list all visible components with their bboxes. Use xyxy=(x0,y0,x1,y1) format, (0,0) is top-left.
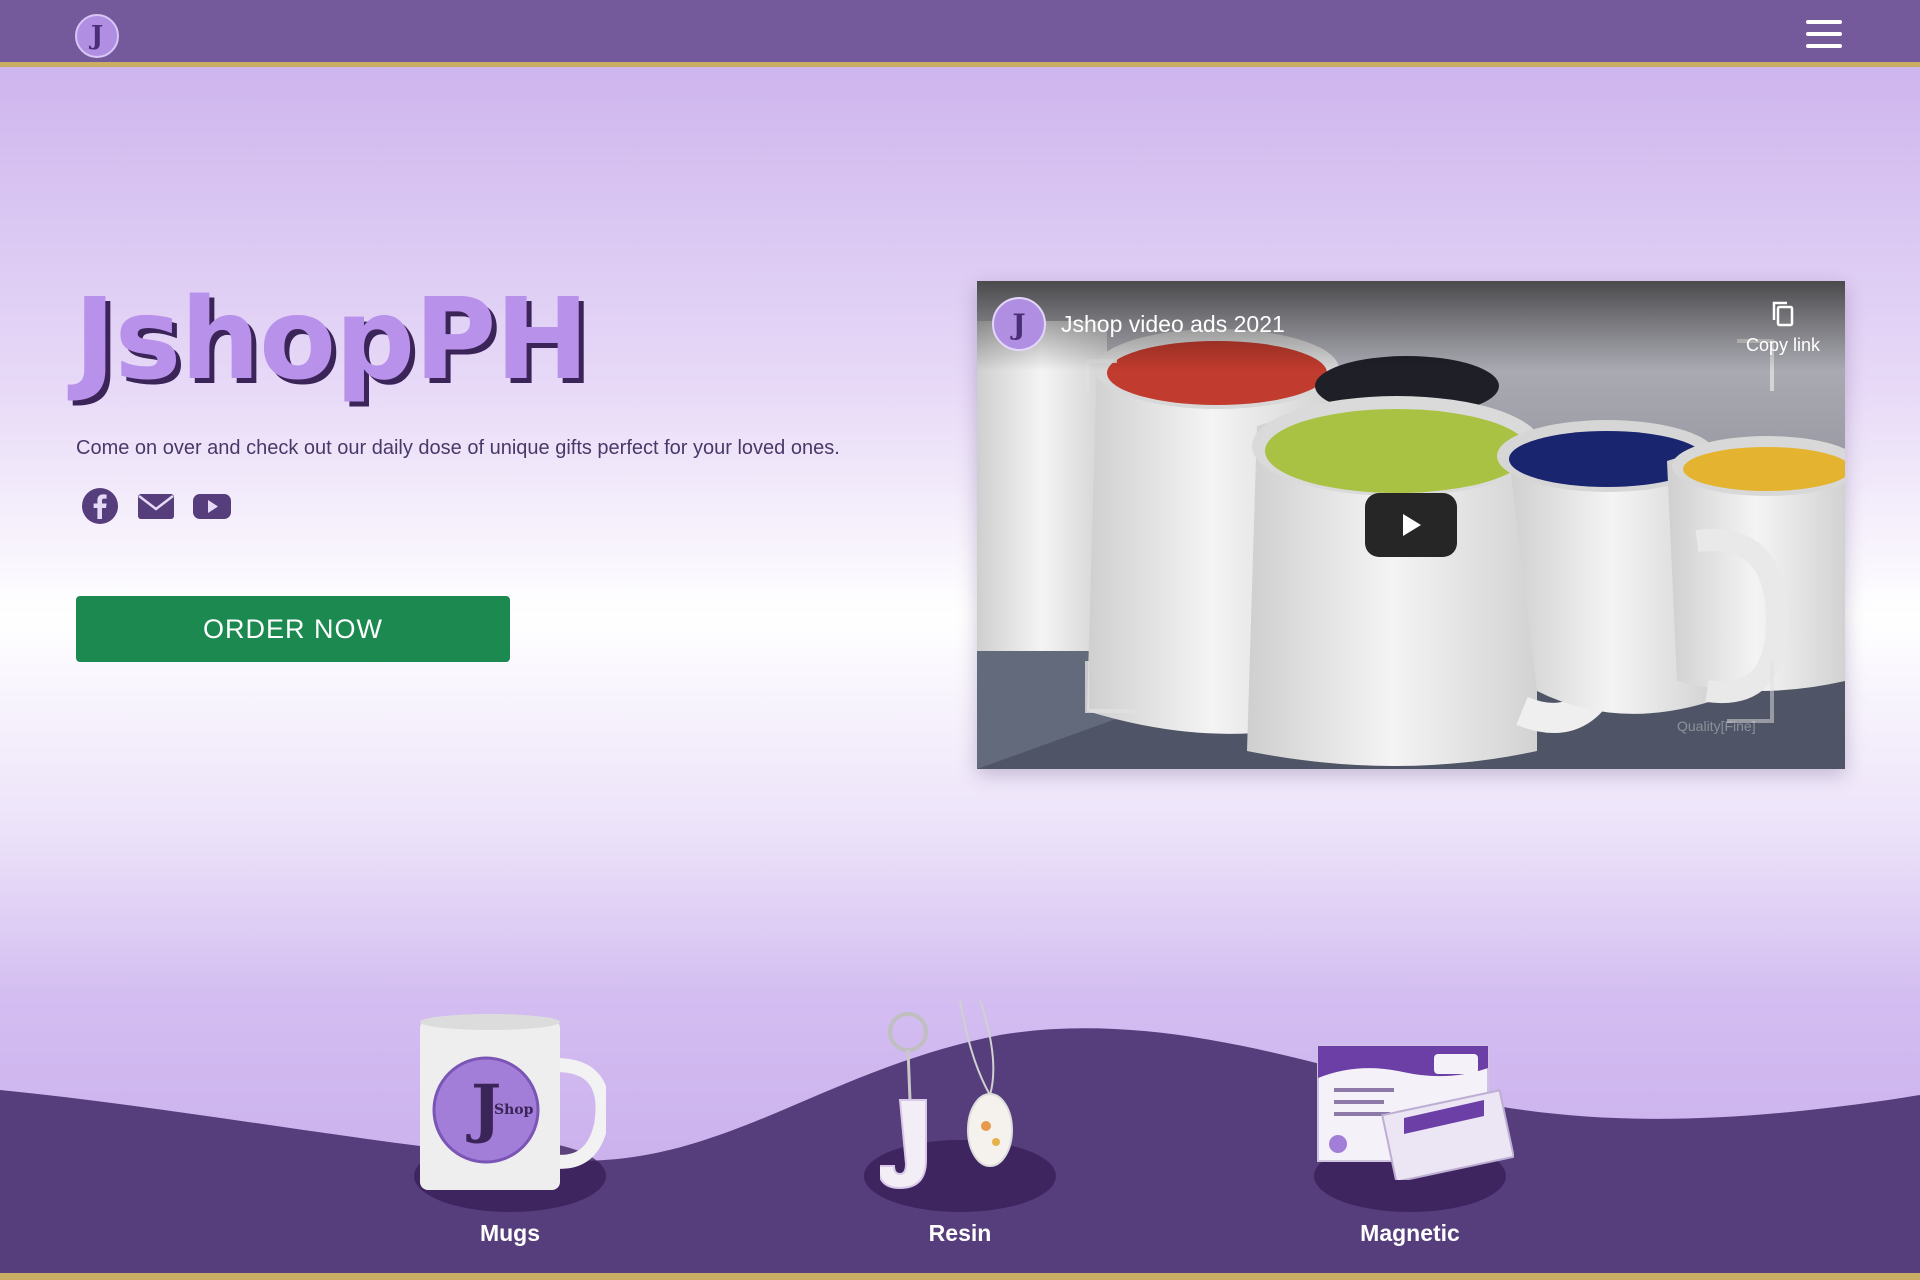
play-button[interactable] xyxy=(1365,493,1457,557)
hamburger-icon[interactable] xyxy=(1806,20,1842,48)
resin-keychain-image xyxy=(880,1000,1013,1190)
copy-link-label: Copy link xyxy=(1745,335,1821,355)
site-logo[interactable]: J xyxy=(75,14,119,58)
hero-title: JshopPH xyxy=(74,275,589,405)
envelope-icon[interactable] xyxy=(136,486,176,526)
logo-letter: J xyxy=(90,21,104,51)
video-watermark: Quality[Fine] xyxy=(1677,718,1756,734)
hamburger-line xyxy=(1806,20,1842,24)
video-player[interactable]: J Jshop video ads 2021 Copy link Quality… xyxy=(977,281,1845,769)
play-icon xyxy=(1403,514,1421,536)
navbar: J xyxy=(0,0,1920,67)
channel-avatar-letter: J xyxy=(1012,307,1026,341)
channel-avatar[interactable]: J xyxy=(992,297,1046,351)
facebook-icon[interactable] xyxy=(80,486,120,526)
footer-accent-bar xyxy=(0,1273,1920,1280)
svg-text:Shop: Shop xyxy=(494,1102,534,1118)
magnetic-card-image xyxy=(1317,1045,1514,1180)
copy-link-button[interactable]: Copy link xyxy=(1735,299,1831,356)
copy-icon xyxy=(1772,301,1794,327)
hero-subtitle: Come on over and check out our daily dos… xyxy=(76,437,840,459)
product-label: Magnetic xyxy=(1360,1220,1460,1246)
product-label: Mugs xyxy=(479,1220,541,1246)
hamburger-line xyxy=(1806,32,1842,36)
youtube-icon[interactable] xyxy=(192,486,232,526)
order-now-button[interactable]: ORDER NOW xyxy=(76,596,510,662)
product-label: Resin xyxy=(928,1220,992,1246)
social-links xyxy=(80,486,232,526)
hamburger-line xyxy=(1806,44,1842,48)
video-title[interactable]: Jshop video ads 2021 xyxy=(1061,311,1285,338)
mug-image: J Shop xyxy=(420,1014,606,1190)
